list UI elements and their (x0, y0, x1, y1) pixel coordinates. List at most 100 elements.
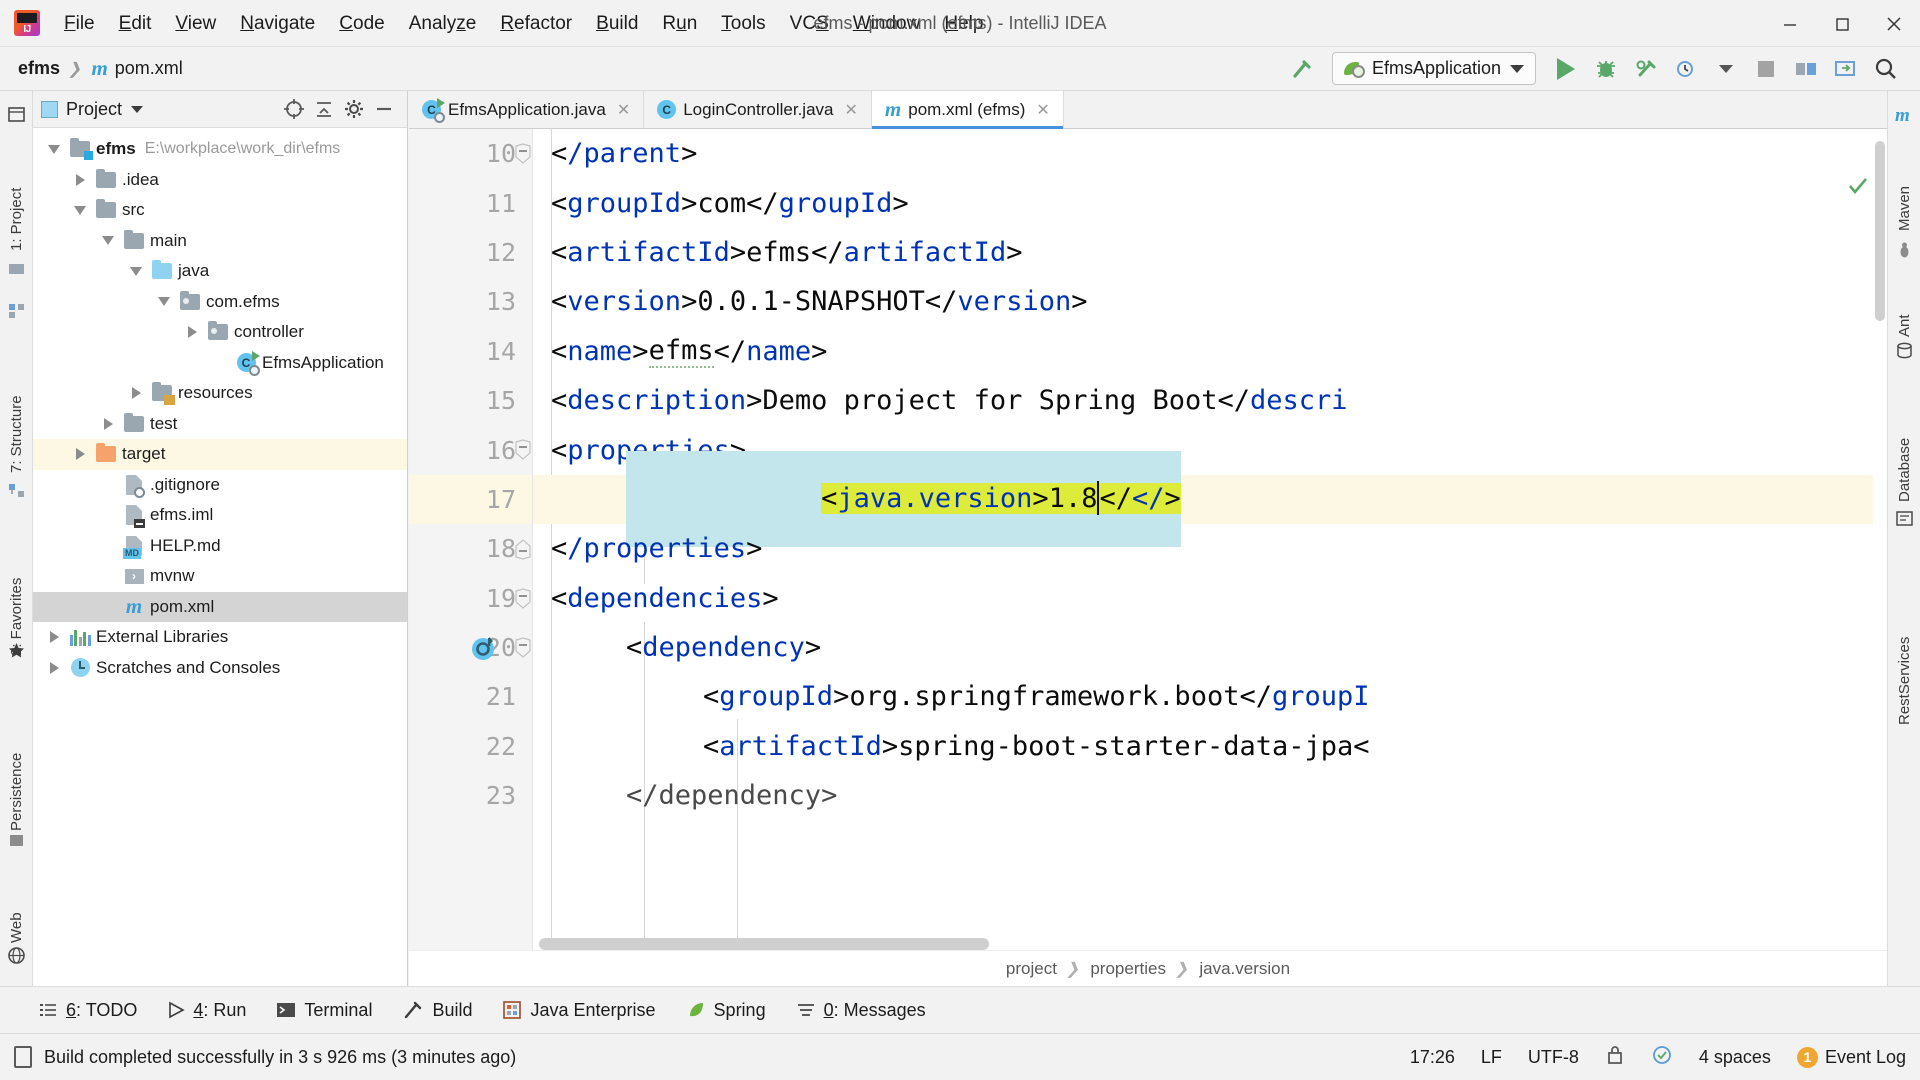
menu-build[interactable]: Build (584, 0, 650, 47)
fold-minus-icon[interactable] (512, 537, 534, 559)
twisty-right-icon[interactable] (67, 174, 93, 186)
line-separator[interactable]: LF (1481, 1047, 1502, 1068)
profile-dropdown-icon[interactable] (1706, 49, 1746, 89)
horizontal-scrollbar-thumb[interactable] (539, 938, 989, 950)
caret-position[interactable]: 17:26 (1410, 1047, 1455, 1068)
fold-minus-icon[interactable] (512, 438, 534, 460)
menu-run[interactable]: Run (650, 0, 709, 47)
tool-window-spring[interactable]: Spring (686, 1000, 766, 1021)
minimize-button[interactable] (1764, 0, 1816, 47)
file-encoding[interactable]: UTF-8 (1528, 1047, 1579, 1068)
tree-node-scratches[interactable]: Scratches and Consoles (33, 653, 407, 684)
tree-node-test[interactable]: test (33, 409, 407, 440)
menu-vcs[interactable]: VCS (778, 0, 841, 47)
tree-node-controller[interactable]: controller (33, 317, 407, 348)
scrollbar-thumb[interactable] (1875, 141, 1885, 321)
menu-edit[interactable]: Edit (107, 0, 164, 47)
tree-node-src[interactable]: src (33, 195, 407, 226)
profile-icon[interactable] (1666, 49, 1706, 89)
breadcrumb-java-version[interactable]: java.version (1199, 959, 1290, 979)
tree-node-target[interactable]: target (33, 439, 407, 470)
tree-node-main[interactable]: main (33, 226, 407, 257)
build-hammer-icon[interactable] (1282, 49, 1322, 89)
menu-file[interactable]: File (52, 0, 107, 47)
editor-gutter[interactable]: 10 11 12 13 14 15 16 17 (409, 129, 533, 950)
tree-node-java[interactable]: java (33, 256, 407, 287)
tree-node-gitignore[interactable]: .gitignore (33, 470, 407, 501)
fold-minus-icon[interactable] (512, 587, 534, 609)
inspection-check-icon[interactable] (1847, 175, 1869, 203)
tree-node-help-md[interactable]: MD HELP.md (33, 531, 407, 562)
twisty-right-icon[interactable] (67, 448, 93, 460)
maven-update-icon[interactable] (469, 633, 499, 663)
tree-node-resources[interactable]: resources (33, 378, 407, 409)
tool-window-run[interactable]: 4: Run (167, 1000, 246, 1021)
tree-node-idea[interactable]: .idea (33, 165, 407, 196)
twisty-down-icon[interactable] (67, 206, 93, 215)
chevron-down-icon[interactable] (122, 94, 152, 124)
editor-scrollbar[interactable] (1873, 129, 1887, 950)
menu-window[interactable]: Window (841, 0, 933, 47)
inspection-icon[interactable] (1651, 1044, 1673, 1071)
menu-analyze[interactable]: Analyze (397, 0, 489, 47)
code-text[interactable]: </parent> <groupId>com</groupId> <artifa… (533, 129, 1887, 950)
twisty-right-icon[interactable] (41, 631, 67, 643)
close-icon[interactable]: ✕ (617, 100, 630, 120)
twisty-down-icon[interactable] (123, 267, 149, 276)
tree-node-mvnw[interactable]: › mvnw (33, 561, 407, 592)
sidebar-item-web[interactable]: Web (0, 853, 33, 943)
sidebar-item-ant[interactable]: Ant (1888, 267, 1920, 337)
sidebar-item-maven[interactable]: Maven (1888, 131, 1920, 231)
twisty-down-icon[interactable] (95, 236, 121, 245)
twisty-right-icon[interactable] (179, 326, 205, 338)
settings-gear-icon[interactable] (339, 94, 369, 124)
sidebar-item-database[interactable]: Database (1888, 367, 1920, 502)
menu-code[interactable]: Code (327, 0, 396, 47)
update-application-icon[interactable] (1826, 49, 1866, 89)
fold-minus-icon[interactable] (512, 636, 534, 658)
stop-icon[interactable] (1746, 49, 1786, 89)
twisty-right-icon[interactable] (123, 387, 149, 399)
sidebar-item-persistence[interactable]: Persistence (0, 671, 33, 831)
close-icon[interactable]: ✕ (1036, 100, 1049, 120)
sidebar-item-restservices[interactable]: RestServices (1888, 535, 1920, 725)
twisty-right-icon[interactable] (41, 662, 67, 674)
sidebar-item-favorites[interactable]: 2: Favorites (0, 506, 33, 656)
tree-node-pom-xml[interactable]: m pom.xml (33, 592, 407, 623)
tool-window-terminal[interactable]: Terminal (276, 1000, 372, 1021)
tree-node-efms-iml[interactable]: efms.iml (33, 500, 407, 531)
run-with-coverage-icon[interactable] (1626, 49, 1666, 89)
sidebar-item-structure[interactable]: 7: Structure (0, 323, 33, 473)
menu-navigate[interactable]: Navigate (228, 0, 327, 47)
breadcrumb-properties[interactable]: properties (1090, 959, 1166, 979)
menu-view[interactable]: View (163, 0, 228, 47)
tool-window-java-enterprise[interactable]: Java Enterprise (502, 1000, 655, 1021)
twisty-right-icon[interactable] (95, 418, 121, 430)
locate-icon[interactable] (279, 94, 309, 124)
nav-crumb-file[interactable]: pom.xml (115, 58, 183, 79)
breadcrumb-project[interactable]: project (1006, 959, 1057, 979)
debug-icon[interactable] (1586, 49, 1626, 89)
search-everywhere-icon[interactable] (1866, 49, 1906, 89)
hide-icon[interactable] (369, 94, 399, 124)
tool-window-build[interactable]: Build (402, 999, 472, 1021)
tree-node-com-efms[interactable]: com.efms (33, 287, 407, 318)
indent-setting[interactable]: 4 spaces (1699, 1047, 1771, 1068)
twisty-down-icon[interactable] (151, 297, 177, 306)
collapse-all-icon[interactable] (309, 94, 339, 124)
tree-node-external-libraries[interactable]: External Libraries (33, 622, 407, 653)
close-icon[interactable]: ✕ (844, 100, 857, 120)
code-editor[interactable]: 10 11 12 13 14 15 16 17 (409, 129, 1887, 950)
lock-icon[interactable] (1605, 1044, 1625, 1071)
tool-window-todo[interactable]: 6: TODO (38, 1000, 137, 1021)
menu-tools[interactable]: Tools (709, 0, 777, 47)
close-button[interactable] (1868, 0, 1920, 47)
maximize-button[interactable] (1816, 0, 1868, 47)
tab-efmsapplication-java[interactable]: C EfmsApplication.java ✕ (409, 91, 644, 128)
event-log-button[interactable]: 1 Event Log (1797, 1047, 1906, 1068)
nav-crumb-project[interactable]: efms (18, 58, 60, 79)
run-icon[interactable] (1546, 49, 1586, 89)
tree-node-efmsapplication[interactable]: C EfmsApplication (33, 348, 407, 379)
tree-node-efms[interactable]: efms E:\workplace\work_dir\efms (33, 134, 407, 165)
tab-logincontroller-java[interactable]: C LoginController.java ✕ (644, 91, 872, 128)
